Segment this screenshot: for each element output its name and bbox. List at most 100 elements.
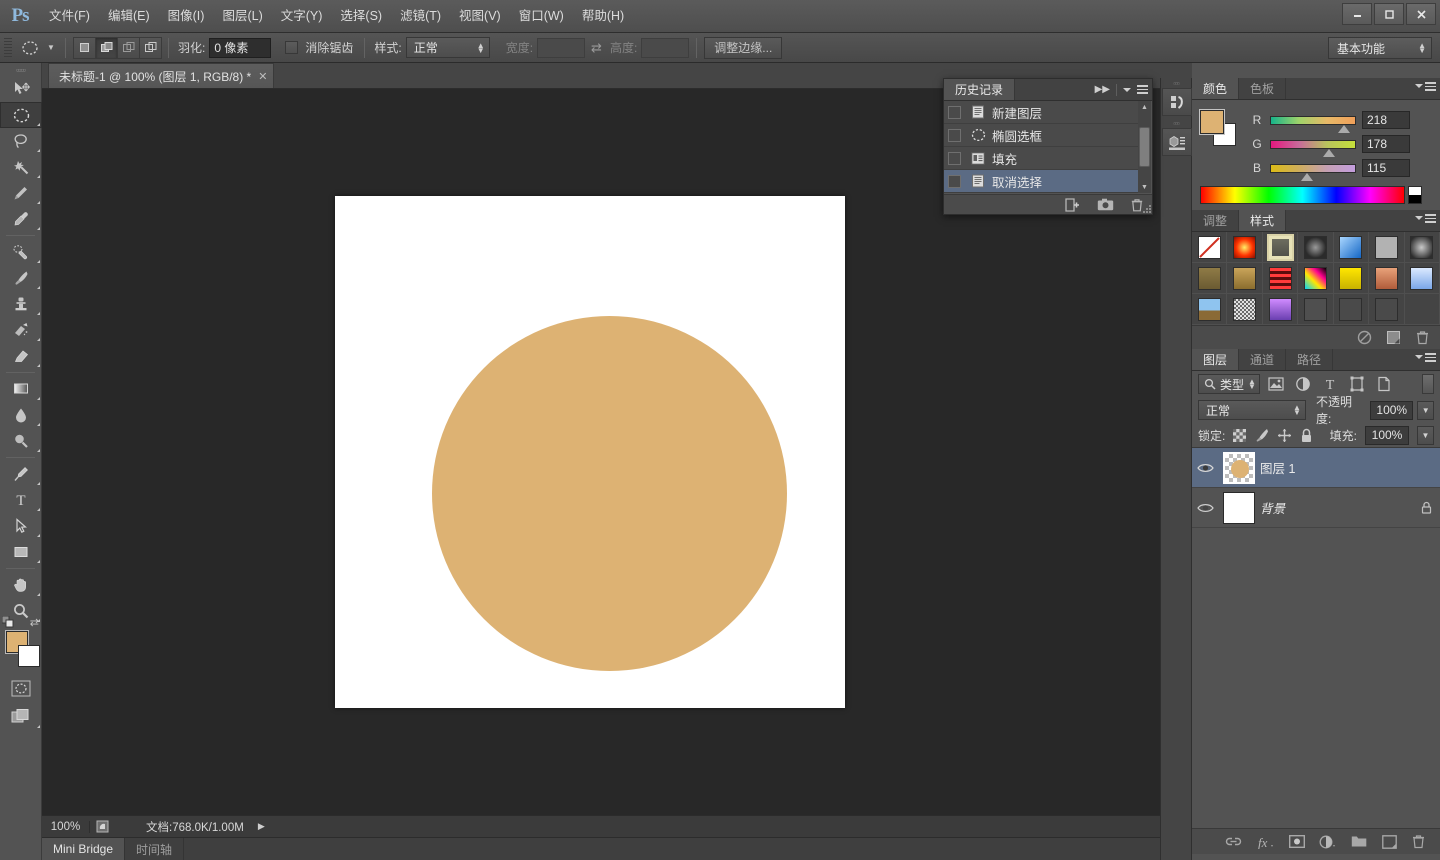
style-dark-spiral[interactable]: [1298, 232, 1334, 263]
list-item[interactable]: 新建图层: [944, 101, 1139, 124]
menu-view[interactable]: 视图(V): [450, 0, 510, 33]
tab-styles[interactable]: 样式: [1239, 210, 1287, 231]
menu-window[interactable]: 窗口(W): [510, 0, 573, 33]
filter-shape-icon[interactable]: [1346, 374, 1368, 394]
subtract-from-selection-button[interactable]: [117, 36, 140, 59]
tab-color[interactable]: 颜色: [1192, 78, 1240, 99]
color-panel-menu-button[interactable]: [1415, 82, 1436, 91]
move-tool[interactable]: [0, 76, 42, 102]
history-state-source-checkbox[interactable]: [948, 174, 961, 188]
menu-type[interactable]: 文字(Y): [272, 0, 332, 33]
screen-mode-button[interactable]: [0, 702, 42, 730]
new-group-button[interactable]: [1351, 835, 1368, 848]
3d-dock-icon[interactable]: [1162, 128, 1192, 156]
path-selection-tool[interactable]: [0, 513, 42, 539]
eraser-tool[interactable]: [0, 343, 42, 369]
channel-slider-g[interactable]: [1270, 139, 1356, 157]
swap-colors-icon[interactable]: ⇄: [30, 616, 39, 629]
style-gray-flat[interactable]: [1369, 232, 1405, 263]
tools-panel-grip[interactable]: ▫▫▫▫: [0, 63, 41, 76]
lock-all-icon[interactable]: [1300, 428, 1313, 443]
style-olive[interactable]: [1192, 263, 1228, 294]
tab-channels[interactable]: 通道: [1239, 349, 1287, 370]
style-dark-vignette[interactable]: [1404, 232, 1440, 263]
dock-grip[interactable]: ▫▫▫: [1161, 118, 1191, 128]
style-bevel-outline[interactable]: [1262, 232, 1299, 263]
style-landscape[interactable]: [1192, 294, 1228, 325]
channel-value-b[interactable]: 115: [1362, 159, 1410, 177]
channel-slider-b[interactable]: [1270, 163, 1356, 181]
swap-dimensions-icon[interactable]: ⇄: [585, 40, 608, 56]
menu-layer[interactable]: 图层(L): [213, 0, 271, 33]
scroll-down-icon[interactable]: ▼: [1138, 181, 1151, 193]
layer-filter-toggle[interactable]: [1422, 374, 1434, 394]
new-snapshot-button[interactable]: [1097, 198, 1114, 211]
layer-thumbnail[interactable]: [1223, 451, 1255, 484]
channel-slider-knob-b[interactable]: [1301, 172, 1313, 181]
background-color-swatch[interactable]: [18, 645, 40, 667]
style-noise[interactable]: [1227, 294, 1263, 325]
dodge-tool[interactable]: [0, 428, 42, 454]
history-scrollbar[interactable]: ▲ ▼: [1138, 101, 1151, 193]
styles-panel-menu-button[interactable]: [1415, 214, 1436, 223]
filter-smart-object-icon[interactable]: [1373, 374, 1395, 394]
channel-value-r[interactable]: 218: [1362, 111, 1410, 129]
menu-help[interactable]: 帮助(H): [573, 0, 633, 33]
crop-tool[interactable]: [0, 180, 42, 206]
minimize-button[interactable]: [1342, 3, 1372, 25]
quick-mask-button[interactable]: [0, 674, 42, 702]
tab-timeline[interactable]: 时间轴: [125, 838, 185, 860]
default-colors-icon[interactable]: [2, 616, 15, 629]
tab-layers[interactable]: 图层: [1192, 349, 1240, 370]
menu-image[interactable]: 图像(I): [159, 0, 214, 33]
clone-stamp-tool[interactable]: [0, 291, 42, 317]
workspace-selector[interactable]: 基本功能 ▲ ▼: [1328, 37, 1432, 59]
magic-wand-tool[interactable]: [0, 154, 42, 180]
style-light-blue[interactable]: [1404, 263, 1440, 294]
channel-slider-r[interactable]: [1270, 115, 1356, 133]
feather-input[interactable]: 0 像素: [209, 37, 272, 58]
channel-slider-knob-g[interactable]: [1323, 148, 1335, 157]
menu-filter[interactable]: 滤镜(T): [391, 0, 450, 33]
menu-file[interactable]: 文件(F): [40, 0, 99, 33]
layer-visibility-toggle[interactable]: [1192, 502, 1218, 514]
style-empty-2[interactable]: [1333, 294, 1370, 325]
link-layers-button[interactable]: [1225, 835, 1242, 848]
gradient-tool[interactable]: [0, 376, 42, 402]
filter-adjustment-icon[interactable]: [1292, 374, 1314, 394]
layer-visibility-toggle[interactable]: [1192, 462, 1218, 474]
layers-panel-menu-button[interactable]: [1415, 353, 1436, 362]
channel-slider-knob-r[interactable]: [1338, 124, 1350, 133]
document-canvas[interactable]: [335, 196, 845, 708]
opacity-chevron-down-icon[interactable]: ▼: [1417, 400, 1434, 420]
list-item[interactable]: 填充: [944, 147, 1139, 170]
history-brush-tool[interactable]: [0, 317, 42, 343]
zoom-level-field[interactable]: 100%: [42, 820, 90, 833]
options-bar-grip[interactable]: [4, 37, 12, 59]
fill-chevron-down-icon[interactable]: ▼: [1417, 425, 1434, 445]
hand-tool[interactable]: [0, 572, 42, 598]
history-state-source-checkbox[interactable]: [948, 105, 961, 119]
menu-select[interactable]: 选择(S): [331, 0, 391, 33]
dock-grip[interactable]: ▫▫▫: [1161, 78, 1191, 88]
tab-history[interactable]: 历史记录: [944, 79, 1016, 100]
ellipse-shape[interactable]: [432, 316, 787, 671]
style-purple[interactable]: [1262, 294, 1299, 325]
scroll-up-icon[interactable]: ▲: [1138, 101, 1151, 113]
tab-mini-bridge[interactable]: Mini Bridge: [42, 838, 126, 860]
delete-style-button[interactable]: [1415, 330, 1430, 345]
scrollbar-thumb[interactable]: [1139, 127, 1150, 167]
tab-paths[interactable]: 路径: [1286, 349, 1334, 370]
style-select[interactable]: 正常 ▲ ▼: [405, 37, 490, 58]
close-icon[interactable]: ✕: [258, 70, 267, 83]
history-state-source-checkbox[interactable]: [948, 128, 961, 142]
collapse-to-icons-icon[interactable]: ▶▶: [1095, 84, 1110, 95]
add-to-selection-button[interactable]: [95, 36, 118, 59]
channel-value-g[interactable]: 178: [1362, 135, 1410, 153]
blur-tool[interactable]: [0, 402, 42, 428]
style-yellow-button[interactable]: [1333, 263, 1370, 294]
close-button[interactable]: [1406, 3, 1436, 25]
new-style-button[interactable]: [1386, 330, 1401, 345]
tab-adjustments[interactable]: 调整: [1192, 210, 1240, 231]
eyedropper-tool[interactable]: [0, 206, 42, 232]
